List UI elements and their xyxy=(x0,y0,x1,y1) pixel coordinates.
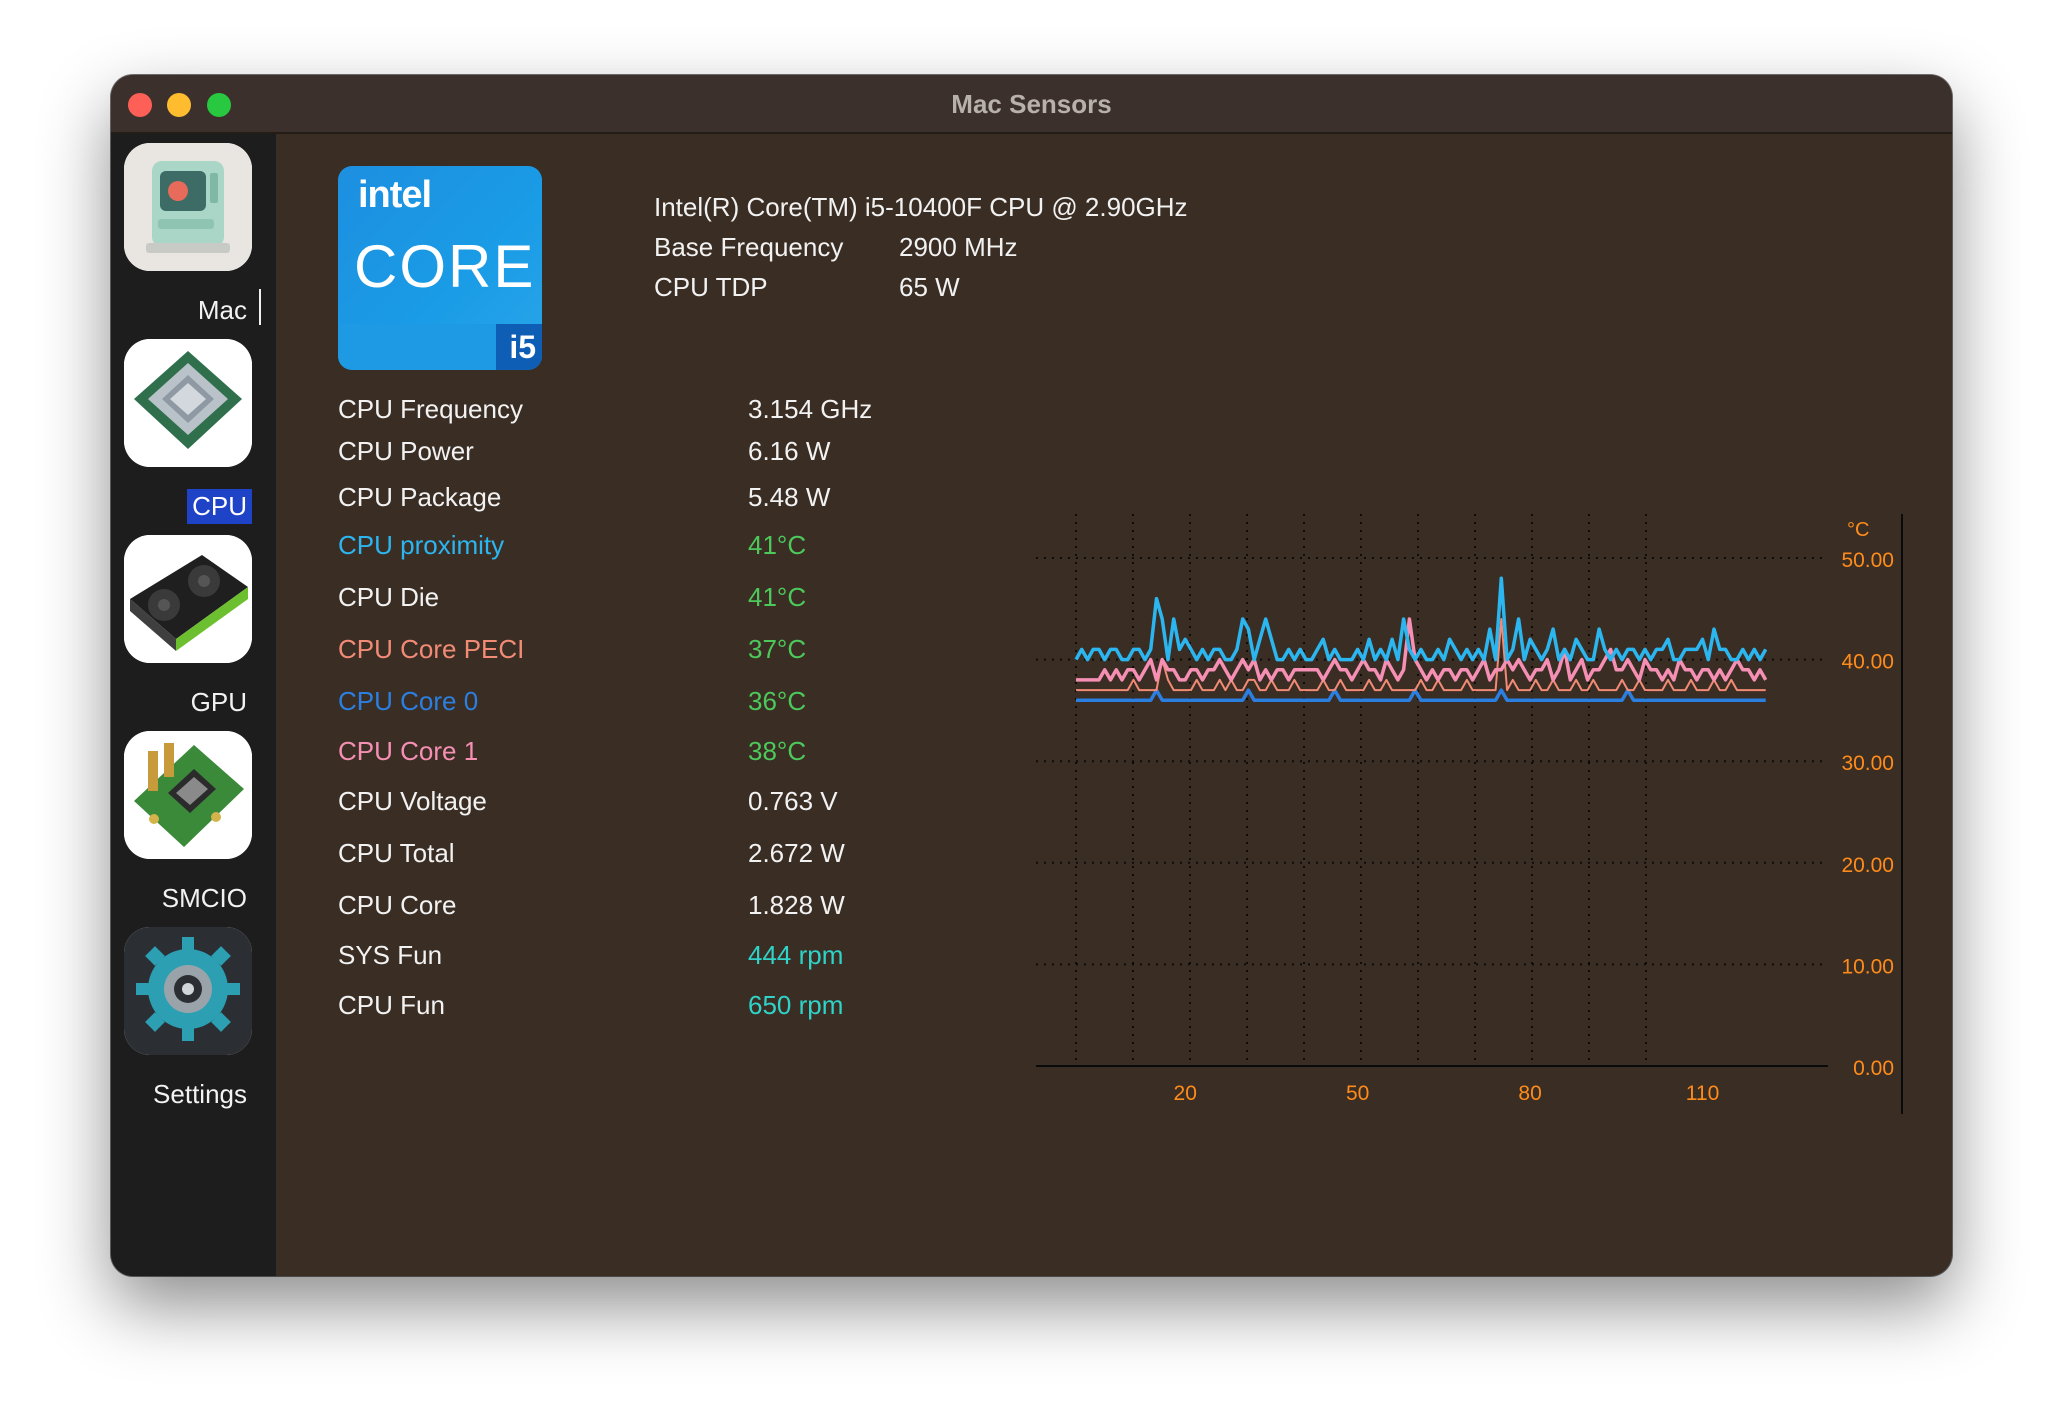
sidebar-item-cpu[interactable]: CPU xyxy=(111,339,276,535)
sensor-label: CPU Core xyxy=(338,890,457,920)
sensor-label: CPU Core 1 xyxy=(338,736,479,766)
sensor-label: CPU proximity xyxy=(338,530,505,560)
sensor-row: CPU Voltage 0.763 V xyxy=(338,786,898,822)
cpu-tdp-value: 65 W xyxy=(899,272,960,302)
sensor-value: 0.763 V xyxy=(748,786,838,816)
sensor-value: 6.16 W xyxy=(748,436,831,466)
sensor-value: 41°C xyxy=(748,582,807,612)
sidebar-item-gpu[interactable]: GPU xyxy=(111,535,276,731)
sidebar-item-label: Settings xyxy=(153,1079,247,1109)
sensor-label: CPU Voltage xyxy=(338,786,487,816)
cpu-panel: intel CORE i5 Intel(R) Core(TM) i5-10400… xyxy=(276,134,1952,1276)
sensor-row: CPU Core 0 36°C xyxy=(338,686,898,722)
sensor-value: 1.828 W xyxy=(748,890,845,920)
sensor-label: CPU Core PECI xyxy=(338,634,525,664)
series-line-3 xyxy=(1076,688,1766,702)
sensor-row: CPU Core 1.828 W xyxy=(338,890,898,926)
sidebar-item-mac[interactable]: Mac xyxy=(111,143,276,339)
sensor-value: 2.672 W xyxy=(748,838,845,868)
retro-mac-icon xyxy=(124,143,252,271)
sidebar-item-label: SMCIO xyxy=(161,883,247,913)
x-tick-label: 50 xyxy=(1346,1082,1369,1105)
sensor-row: CPU Package 5.48 W xyxy=(338,482,898,518)
sensor-row: CPU Fun 650 rpm xyxy=(338,990,898,1026)
sensor-label: CPU Core 0 xyxy=(338,686,479,716)
sensor-row: CPU Core 1 38°C xyxy=(338,736,898,772)
y-tick-label: 40.00 xyxy=(1841,651,1894,674)
title-bar: Mac Sensors xyxy=(111,75,1952,134)
series-line-0 xyxy=(1074,576,1768,662)
sensor-row: CPU Frequency 3.154 GHz xyxy=(338,394,898,430)
sensor-row: CPU proximity 41°C xyxy=(338,530,898,566)
app-window: Mac Sensors Mac CPU GPU SMCIO Settings i… xyxy=(111,75,1952,1276)
logo-brand: intel xyxy=(358,174,432,216)
gear-icon xyxy=(124,927,252,1055)
cpu-model-name: Intel(R) Core(TM) i5-10400F CPU @ 2.90GH… xyxy=(654,192,1188,222)
sensor-row: CPU Power 6.16 W xyxy=(338,436,898,472)
sidebar-item-settings[interactable]: Settings xyxy=(111,927,276,1123)
y-tick-label: 0.00 xyxy=(1853,1057,1894,1080)
sensor-label: CPU Frequency xyxy=(338,394,523,424)
sensor-row: CPU Core PECI 37°C xyxy=(338,634,898,670)
cpu-chip-icon xyxy=(124,339,252,467)
x-tick-label: 110 xyxy=(1686,1082,1719,1105)
sensor-label: CPU Package xyxy=(338,482,502,512)
graphics-card-icon xyxy=(124,535,252,663)
sensor-label: CPU Total xyxy=(338,838,455,868)
sidebar: Mac CPU GPU SMCIO Settings xyxy=(111,134,276,1276)
sidebar-item-label: GPU xyxy=(190,687,247,717)
sensor-label: CPU Die xyxy=(338,582,440,612)
sensor-value: 38°C xyxy=(748,736,807,766)
sensor-value: 41°C xyxy=(748,530,807,560)
sensor-value: 650 rpm xyxy=(748,990,844,1020)
sensor-row: CPU Die 41°C xyxy=(338,582,898,618)
y-tick-label: 30.00 xyxy=(1841,752,1894,775)
cpu-tdp-label: CPU TDP xyxy=(654,272,768,302)
sensor-label: SYS Fun xyxy=(338,940,443,970)
sidebar-item-smcio[interactable]: SMCIO xyxy=(111,731,276,927)
sidebar-item-label: Mac xyxy=(197,295,247,325)
sensor-row: SYS Fun 444 rpm xyxy=(338,940,898,976)
sensor-value: 36°C xyxy=(748,686,807,716)
logo-tier: i5 xyxy=(509,329,536,365)
unit-label: °C xyxy=(1847,519,1869,541)
motherboard-icon xyxy=(124,731,252,859)
text-caret xyxy=(259,289,261,325)
y-tick-label: 50.00 xyxy=(1841,549,1894,572)
x-tick-label: 20 xyxy=(1174,1082,1197,1105)
window-title: Mac Sensors xyxy=(951,89,1112,119)
temperature-chart: 0.00 10.00 20.00 30.00 40.00 50.00 °C 20 50 80 110 xyxy=(1036,514,1903,1114)
y-tick-label: 20.00 xyxy=(1841,854,1894,877)
sensor-label: CPU Fun xyxy=(338,990,445,1020)
base-frequency-value: 2900 MHz xyxy=(899,232,1018,262)
sensor-label: CPU Power xyxy=(338,436,474,466)
x-tick-label: 80 xyxy=(1518,1082,1541,1105)
sidebar-item-label: CPU xyxy=(187,489,252,524)
y-tick-label: 10.00 xyxy=(1841,955,1894,978)
sensor-value: 5.48 W xyxy=(748,482,831,512)
sensor-value: 37°C xyxy=(748,634,807,664)
logo-line: CORE xyxy=(354,233,536,300)
sensor-value: 3.154 GHz xyxy=(748,394,873,424)
sensor-row: CPU Total 2.672 W xyxy=(338,838,898,874)
base-frequency-label: Base Frequency xyxy=(654,232,844,262)
sensor-value: 444 rpm xyxy=(748,940,844,970)
intel-core-i5-logo: intel CORE i5 xyxy=(338,166,542,370)
